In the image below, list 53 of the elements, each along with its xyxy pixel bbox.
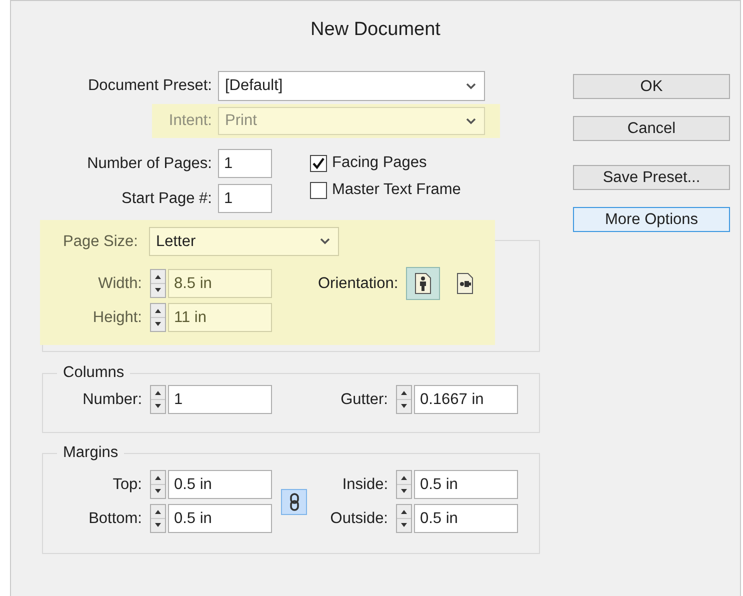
portrait-page-icon bbox=[414, 272, 432, 295]
number-field[interactable]: 11 in bbox=[168, 303, 272, 332]
chevron-down-icon bbox=[466, 118, 476, 124]
orientation-button[interactable] bbox=[406, 267, 440, 300]
landscape-page-icon bbox=[456, 272, 474, 295]
preset-dropdown[interactable]: [Default] bbox=[218, 71, 485, 101]
field-label: Start Page #: bbox=[120, 190, 212, 208]
stepper-control[interactable] bbox=[150, 385, 166, 414]
field-label: Orientation: bbox=[318, 274, 398, 292]
dialog-button[interactable]: OK bbox=[573, 74, 730, 99]
group-title: Columns bbox=[62, 364, 126, 382]
field-label: Document Preset: bbox=[86, 77, 212, 95]
field-label: Number of Pages: bbox=[86, 154, 212, 172]
checkbox-label: Master Text Frame bbox=[332, 181, 461, 199]
number-field[interactable]: 8.5 in bbox=[168, 269, 272, 298]
group-title: Margins bbox=[62, 444, 120, 462]
number-field[interactable]: 0.1667 in bbox=[414, 385, 518, 414]
field-label: Outside: bbox=[329, 510, 388, 528]
link-button[interactable] bbox=[281, 488, 307, 514]
field-label: Height: bbox=[92, 308, 142, 326]
window-title: New Document bbox=[310, 18, 442, 42]
chain-link-icon bbox=[288, 492, 300, 510]
number-field[interactable]: 0.5 in bbox=[168, 470, 272, 499]
checkbox[interactable] bbox=[310, 182, 327, 198]
number-field[interactable]: 0.5 in bbox=[168, 504, 272, 533]
stepper-control[interactable] bbox=[396, 470, 412, 499]
dialog-button[interactable]: Cancel bbox=[573, 116, 730, 141]
field-label: Width: bbox=[97, 274, 142, 292]
text-field[interactable]: 1 bbox=[218, 149, 272, 178]
number-field[interactable]: 0.5 in bbox=[414, 470, 518, 499]
number-field[interactable]: 1 bbox=[168, 385, 272, 414]
stepper-control[interactable] bbox=[396, 504, 412, 533]
page-size-dropdown[interactable]: Letter bbox=[149, 227, 339, 256]
checkbox[interactable] bbox=[310, 154, 327, 172]
field-label: Bottom: bbox=[88, 510, 142, 528]
stepper-control[interactable] bbox=[150, 504, 166, 533]
checkbox-label: Facing Pages bbox=[332, 154, 427, 172]
field-label: Gutter: bbox=[340, 390, 388, 408]
stepper-control[interactable] bbox=[150, 269, 166, 298]
stepper-control[interactable] bbox=[150, 303, 166, 332]
chevron-down-icon bbox=[466, 82, 476, 90]
number-field[interactable]: 0.5 in bbox=[414, 504, 518, 533]
chevron-down-icon bbox=[320, 238, 330, 245]
field-label: Page Size: bbox=[62, 232, 134, 250]
field-label: Top: bbox=[112, 476, 142, 494]
dialog-button[interactable]: Save Preset... bbox=[573, 165, 730, 190]
text-field[interactable]: 1 bbox=[218, 184, 272, 213]
field-label: Inside: bbox=[341, 476, 388, 494]
dialog-button[interactable]: More Options bbox=[573, 207, 730, 232]
stepper-control[interactable] bbox=[396, 385, 412, 414]
stepper-control[interactable] bbox=[150, 470, 166, 499]
field-label: Number: bbox=[82, 390, 142, 408]
field-label: Intent: bbox=[168, 112, 212, 130]
